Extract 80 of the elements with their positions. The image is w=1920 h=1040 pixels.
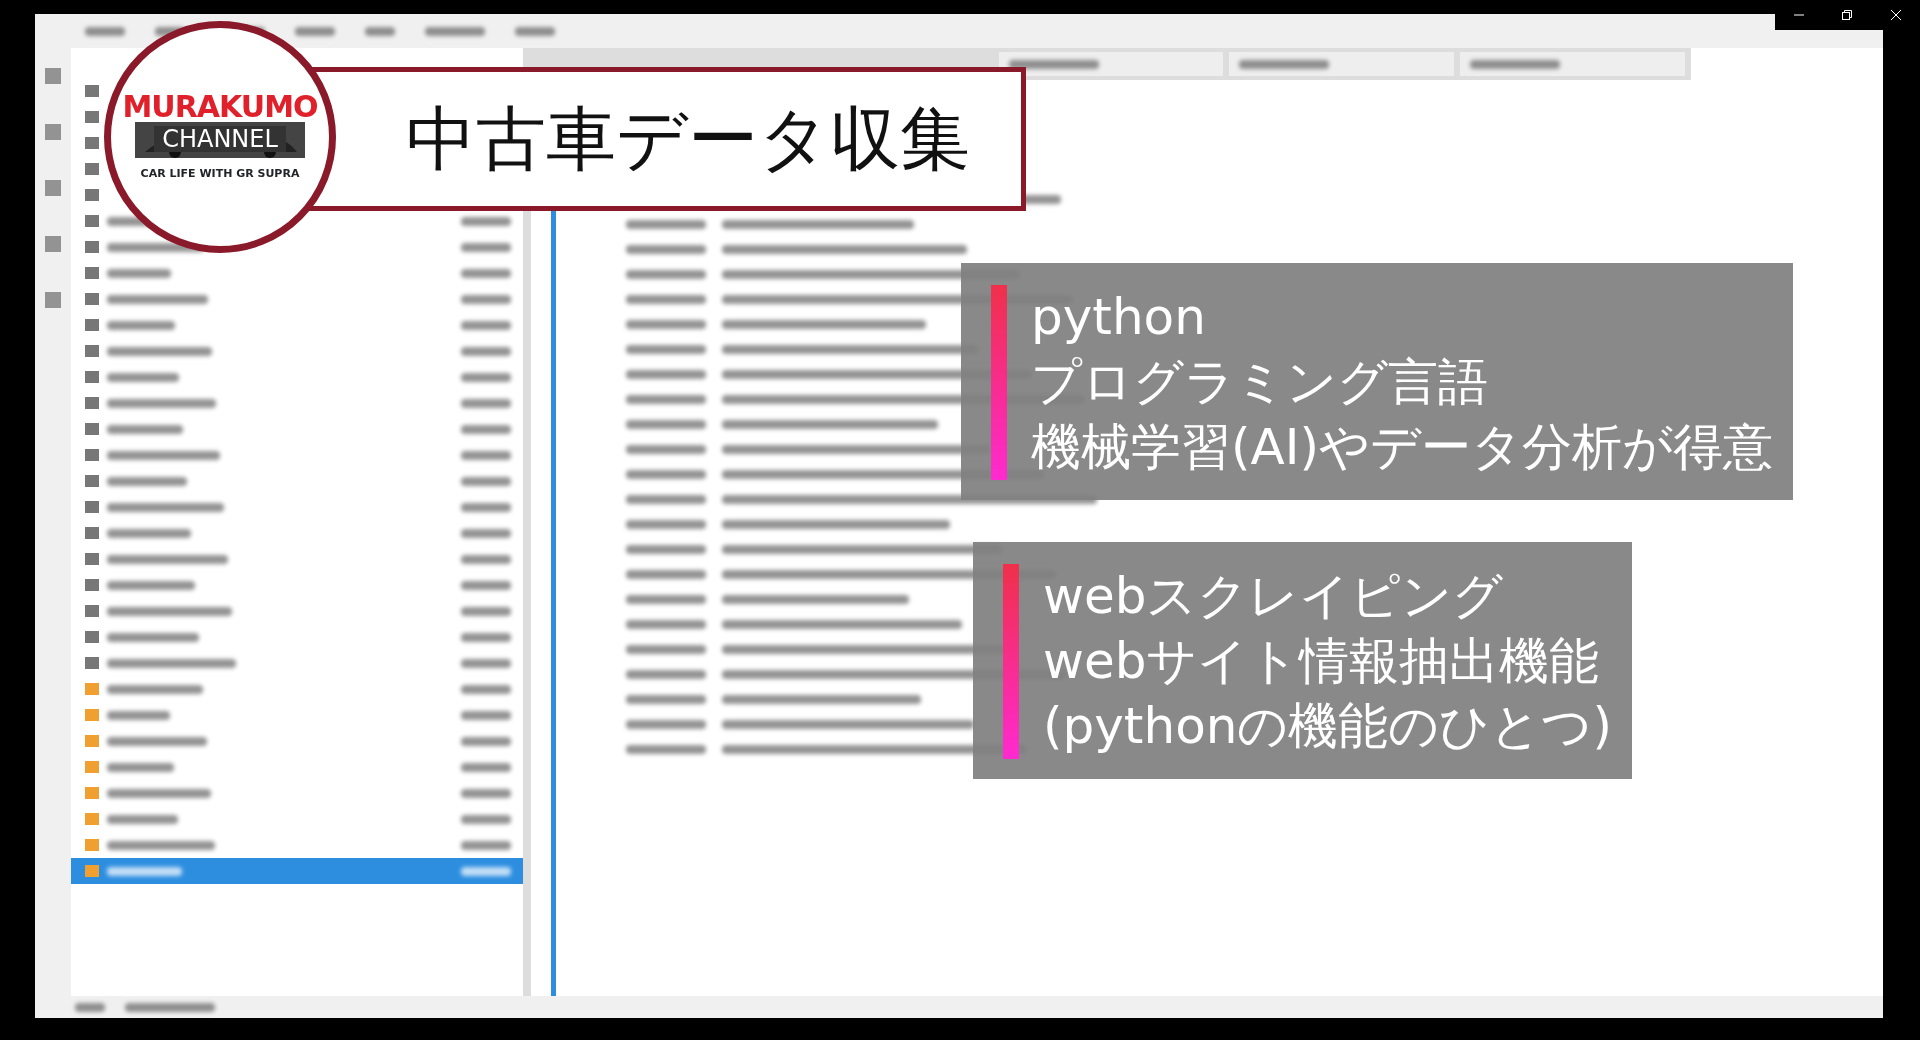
file-icon [85, 605, 99, 617]
blurred-text-drawing [107, 372, 179, 382]
blurred-text-drawing [461, 580, 511, 590]
file-icon [85, 371, 99, 383]
caption-text: python [1031, 287, 1207, 348]
file-icon [85, 839, 99, 851]
blurred-text-drawing [107, 268, 171, 278]
file-icon [85, 215, 99, 227]
blurred-text-drawing [461, 632, 511, 642]
file-icon [85, 501, 99, 513]
blurred-text-drawing [461, 736, 511, 746]
file-icon [85, 475, 99, 487]
blurred-text-drawing [461, 372, 511, 382]
file-icon [85, 241, 99, 253]
blurred-text-drawing [461, 268, 511, 278]
file-icon [85, 683, 99, 695]
blurred-text-drawing [461, 788, 511, 798]
file-icon [85, 657, 99, 669]
file-icon [85, 137, 99, 149]
file-icon [85, 865, 99, 877]
file-icon [85, 579, 99, 591]
caption-text: (pythonの機能のひとつ) [1043, 696, 1612, 757]
blurred-text-drawing [75, 1002, 105, 1012]
logo-subtitle: CHANNEL [154, 125, 286, 152]
blurred-text-drawing [461, 762, 511, 772]
blurred-text-drawing [461, 502, 511, 512]
blurred-text-drawing [461, 450, 511, 460]
blurred-text-drawing [461, 398, 511, 408]
file-icon [85, 449, 99, 461]
blurred-text-drawing [461, 320, 511, 330]
blurred-text-drawing [107, 320, 175, 330]
file-icon [85, 293, 99, 305]
file-icon [85, 735, 99, 747]
blurred-text-drawing [461, 814, 511, 824]
caption-text: webサイト情報抽出機能 [1043, 631, 1601, 692]
file-icon [85, 319, 99, 331]
blurred-text-drawing [85, 26, 125, 36]
blurred-text-drawing [461, 476, 511, 486]
logo-tagline: CAR LIFE WITH GR SUPRA [140, 165, 300, 182]
file-icon [85, 761, 99, 773]
file-icon [85, 553, 99, 565]
file-icon [85, 813, 99, 825]
blurred-text-drawing [461, 684, 511, 694]
caption-text: webスクレイピング [1043, 566, 1505, 627]
blurred-text-drawing [515, 26, 555, 36]
blurred-text-drawing [461, 294, 511, 304]
file-icon [85, 709, 99, 721]
restore-icon[interactable] [1842, 10, 1853, 20]
blurred-text-drawing [461, 216, 511, 226]
file-icon [85, 527, 99, 539]
file-icon [85, 787, 99, 799]
blurred-text-drawing [461, 840, 511, 850]
blurred-text-drawing [461, 528, 511, 538]
file-icon [85, 345, 99, 357]
file-icon [85, 267, 99, 279]
file-icon [85, 423, 99, 435]
blurred-text-drawing [461, 658, 511, 668]
file-icon [85, 631, 99, 643]
file-icon [85, 85, 99, 97]
blurred-text-drawing [425, 26, 485, 36]
close-icon[interactable] [1890, 10, 1901, 20]
blurred-text-drawing [461, 242, 511, 252]
file-icon [85, 397, 99, 409]
blurred-text-drawing [461, 606, 511, 616]
blurred-text-drawing [461, 424, 511, 434]
blurred-text-drawing [461, 554, 511, 564]
blurred-text-drawing [107, 814, 178, 824]
blurred-text-drawing [365, 26, 395, 36]
blurred-text-drawing [461, 866, 511, 876]
file-icon [85, 111, 99, 123]
file-icon [85, 163, 99, 175]
blurred-text-drawing [295, 26, 335, 36]
blurred-text-drawing [461, 346, 511, 356]
editor-tab[interactable] [998, 52, 1224, 76]
blurred-text-drawing [107, 710, 170, 720]
blurred-text-drawing [107, 762, 174, 772]
file-icon [85, 189, 99, 201]
caption-text: プログラミング言語 [1031, 352, 1489, 413]
blurred-text-drawing [461, 710, 511, 720]
caption-text: 機械学習(AI)やデータ分析が得意 [1031, 417, 1773, 478]
